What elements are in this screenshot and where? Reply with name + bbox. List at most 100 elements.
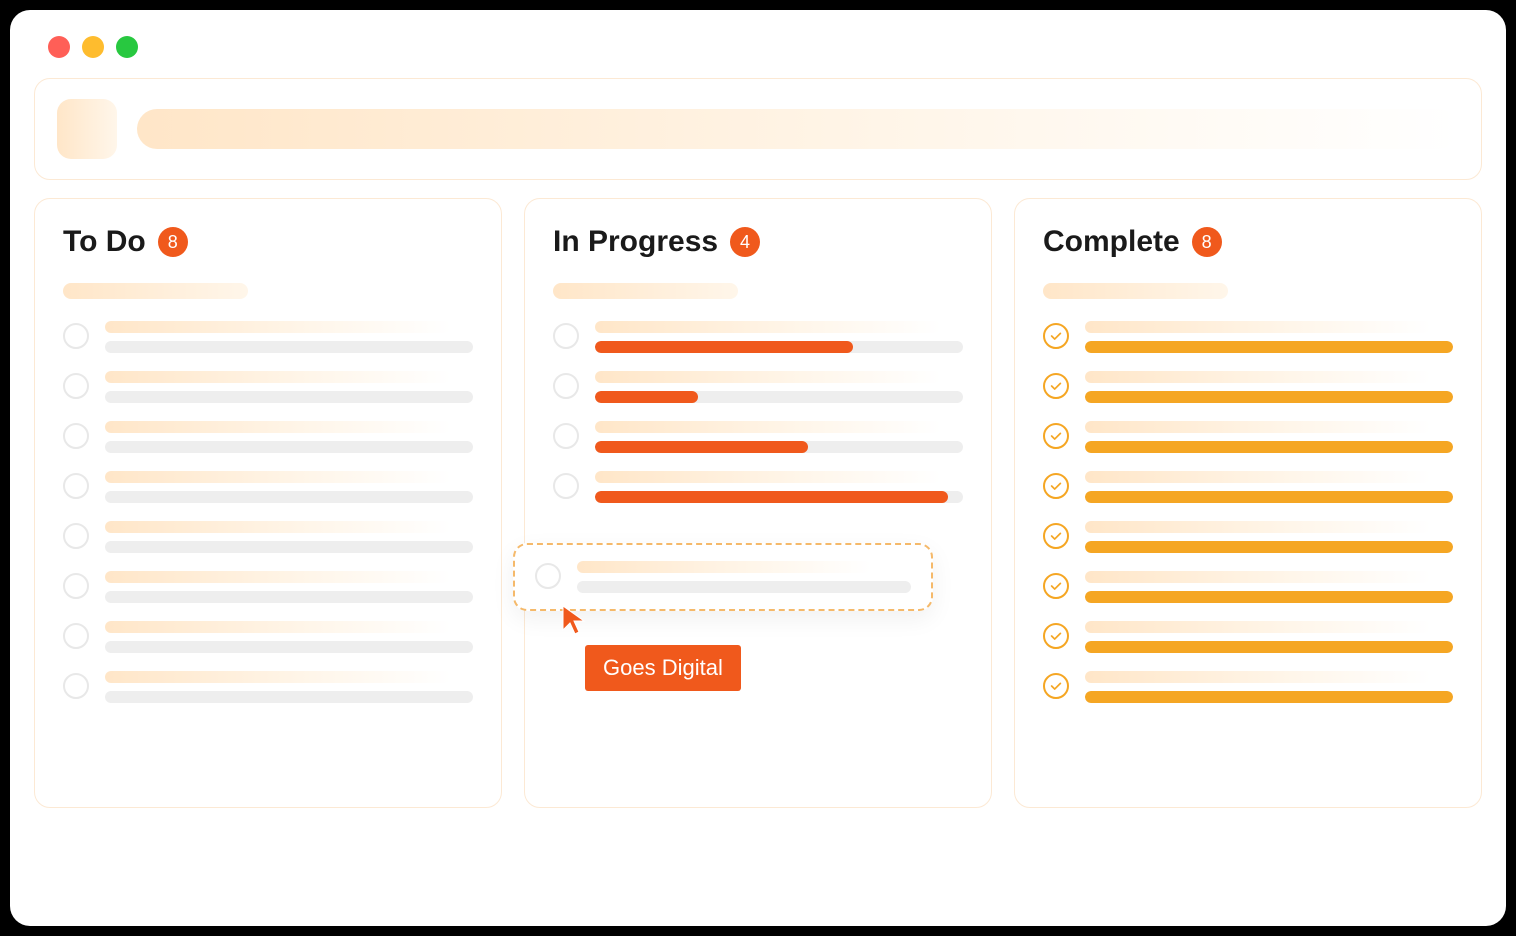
task-progress-fill	[1085, 441, 1453, 453]
task-title-placeholder	[577, 561, 871, 573]
task-item[interactable]	[63, 421, 473, 453]
task-checkbox-checked[interactable]	[1043, 673, 1069, 699]
task-item[interactable]	[1043, 371, 1453, 403]
task-meta-placeholder	[105, 341, 473, 353]
task-title-placeholder	[105, 421, 451, 433]
count-badge: 4	[730, 227, 760, 257]
task-checkbox[interactable]	[63, 473, 89, 499]
task-checkbox-checked[interactable]	[1043, 423, 1069, 449]
task-item[interactable]	[63, 471, 473, 503]
task-item[interactable]	[1043, 321, 1453, 353]
task-item[interactable]	[63, 321, 473, 353]
task-item[interactable]	[1043, 571, 1453, 603]
task-title-placeholder	[1085, 421, 1431, 433]
task-checkbox[interactable]	[553, 423, 579, 449]
task-progress-track	[1085, 391, 1453, 403]
task-meta-placeholder	[105, 641, 473, 653]
column-header: In Progress 4	[553, 225, 963, 259]
task-item[interactable]	[1043, 471, 1453, 503]
cursor-icon	[561, 604, 589, 641]
task-list	[553, 321, 963, 503]
task-checkbox[interactable]	[63, 573, 89, 599]
titlebar	[34, 28, 1482, 78]
task-item[interactable]	[553, 321, 963, 353]
task-checkbox-checked[interactable]	[1043, 573, 1069, 599]
count-badge: 8	[1192, 227, 1222, 257]
column-header: Complete 8	[1043, 225, 1453, 259]
task-title-placeholder	[595, 471, 941, 483]
task-meta-placeholder	[105, 491, 473, 503]
task-progress-fill	[1085, 541, 1453, 553]
task-title-placeholder	[595, 321, 941, 333]
task-checkbox-checked[interactable]	[1043, 623, 1069, 649]
task-progress-track	[1085, 641, 1453, 653]
task-title-placeholder	[105, 471, 451, 483]
task-item[interactable]	[63, 521, 473, 553]
top-bar	[34, 78, 1482, 180]
task-checkbox[interactable]	[553, 323, 579, 349]
task-meta-placeholder	[105, 541, 473, 553]
task-progress-track	[595, 441, 963, 453]
task-title-placeholder	[105, 321, 451, 333]
task-title-placeholder	[1085, 371, 1431, 383]
section-placeholder	[63, 283, 248, 299]
task-checkbox[interactable]	[63, 673, 89, 699]
task-title-placeholder	[105, 571, 451, 583]
dragging-task-card[interactable]: Goes Digital	[513, 543, 933, 611]
task-checkbox[interactable]	[63, 373, 89, 399]
search-bar-placeholder[interactable]	[137, 109, 1459, 149]
window-zoom-button[interactable]	[116, 36, 138, 58]
task-checkbox-checked[interactable]	[1043, 323, 1069, 349]
window-minimize-button[interactable]	[82, 36, 104, 58]
task-title-placeholder	[105, 521, 451, 533]
window-close-button[interactable]	[48, 36, 70, 58]
task-progress-fill	[1085, 341, 1453, 353]
task-checkbox[interactable]	[63, 323, 89, 349]
task-title-placeholder	[105, 371, 451, 383]
count-badge: 8	[158, 227, 188, 257]
task-progress-fill	[1085, 591, 1453, 603]
column-complete: Complete 8	[1014, 198, 1482, 808]
task-item[interactable]	[63, 671, 473, 703]
task-list	[63, 321, 473, 703]
task-item[interactable]	[63, 571, 473, 603]
task-progress-track	[595, 491, 963, 503]
task-item[interactable]	[1043, 421, 1453, 453]
task-checkbox[interactable]	[63, 623, 89, 649]
section-placeholder	[1043, 283, 1228, 299]
task-progress-fill	[1085, 391, 1453, 403]
column-title: To Do	[63, 225, 146, 259]
task-checkbox[interactable]	[63, 423, 89, 449]
task-item[interactable]	[1043, 621, 1453, 653]
task-title-placeholder	[1085, 321, 1431, 333]
task-progress-track	[595, 391, 963, 403]
task-checkbox[interactable]	[553, 373, 579, 399]
kanban-board: To Do 8	[34, 198, 1482, 808]
task-item[interactable]	[63, 371, 473, 403]
column-title: In Progress	[553, 225, 718, 259]
app-logo-placeholder	[57, 99, 117, 159]
task-checkbox-checked[interactable]	[1043, 373, 1069, 399]
task-checkbox[interactable]	[63, 523, 89, 549]
task-title-placeholder	[1085, 521, 1431, 533]
task-checkbox-checked[interactable]	[1043, 523, 1069, 549]
task-meta-placeholder	[577, 581, 911, 593]
task-checkbox-checked[interactable]	[1043, 473, 1069, 499]
column-todo: To Do 8	[34, 198, 502, 808]
task-progress-track	[1085, 441, 1453, 453]
task-checkbox[interactable]	[553, 473, 579, 499]
task-progress-track	[1085, 491, 1453, 503]
task-item[interactable]	[63, 621, 473, 653]
task-checkbox[interactable]	[535, 563, 561, 589]
task-meta-placeholder	[105, 391, 473, 403]
task-list	[1043, 321, 1453, 703]
task-meta-placeholder	[105, 591, 473, 603]
task-progress-track	[1085, 541, 1453, 553]
task-item[interactable]	[553, 371, 963, 403]
task-item[interactable]	[553, 471, 963, 503]
task-progress-fill	[1085, 691, 1453, 703]
task-item[interactable]	[553, 421, 963, 453]
column-title: Complete	[1043, 225, 1180, 259]
task-item[interactable]	[1043, 671, 1453, 703]
task-item[interactable]	[1043, 521, 1453, 553]
